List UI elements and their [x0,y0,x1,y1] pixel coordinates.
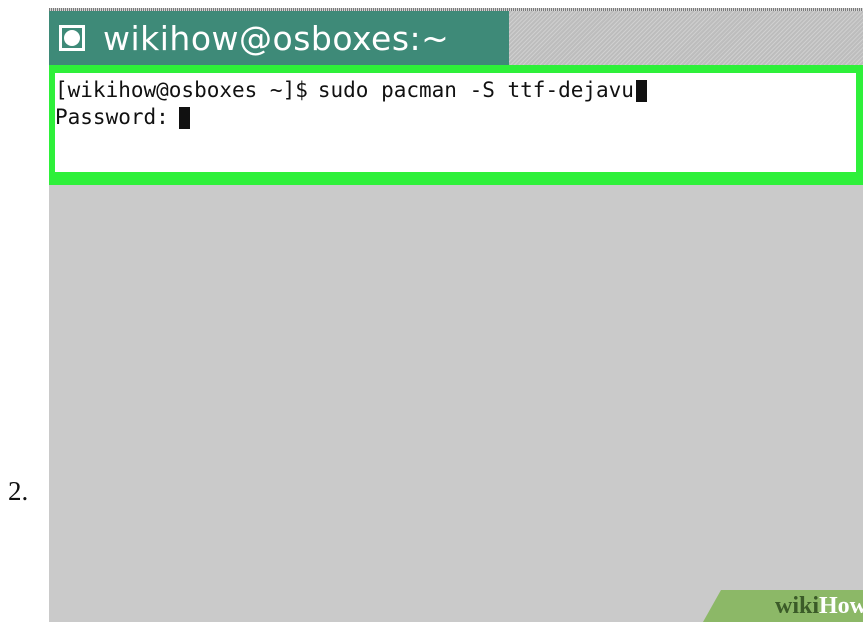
window-title: wikihow@osboxes:~ [103,18,450,58]
title-bar: wikihow@osboxes:~ [49,8,863,65]
screenshot-frame: wikihow@osboxes:~ [wikihow@osboxes ~]$ s… [49,8,863,622]
window-icon-dot [64,30,80,46]
terminal-tab[interactable]: wikihow@osboxes:~ [49,11,509,65]
password-cursor[interactable] [178,106,190,129]
shell-prompt: [wikihow@osboxes ~]$ [55,78,308,102]
text-cursor [635,79,647,102]
password-prompt: Password: [55,105,169,129]
watermark-wiki: wiki [774,592,819,619]
step-number: 2. [8,476,29,506]
command-text: sudo pacman -S ttf-dejavu [317,78,634,102]
wikihow-watermark: wiki How [703,590,863,622]
terminal-highlight: [wikihow@osboxes ~]$ sudo pacman -S ttf-… [49,65,863,185]
terminal-screen[interactable]: [wikihow@osboxes ~]$ sudo pacman -S ttf-… [55,73,856,172]
terminal-window-icon[interactable] [59,25,85,51]
terminal-line: [wikihow@osboxes ~]$ sudo pacman -S ttf-… [55,77,856,104]
terminal-line: Password: [55,104,856,131]
watermark-how: How [819,592,863,619]
